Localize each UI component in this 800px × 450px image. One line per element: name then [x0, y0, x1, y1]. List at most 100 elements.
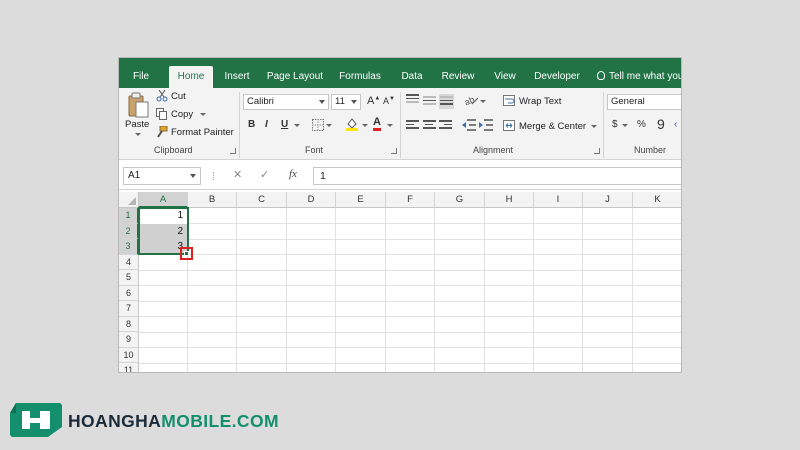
font-name-select[interactable]: Calibri — [243, 94, 329, 110]
format-painter-button[interactable]: Format Painter — [171, 127, 234, 138]
gridline — [632, 208, 633, 372]
gridline — [484, 208, 485, 372]
select-all-button[interactable] — [119, 192, 139, 208]
formula-input[interactable]: 1 — [313, 167, 681, 185]
gridline — [335, 208, 336, 372]
paste-label[interactable]: Paste — [125, 119, 149, 130]
font-color-button[interactable]: A — [373, 117, 381, 131]
merge-center-caret-icon[interactable] — [591, 125, 597, 128]
borders-icon[interactable] — [312, 119, 324, 131]
bottom-align-icon[interactable] — [439, 94, 454, 109]
group-divider — [603, 92, 604, 158]
fill-color-caret-icon[interactable] — [362, 124, 368, 127]
grow-font-button[interactable]: A▲ — [367, 95, 380, 107]
ribbon-tabs: File Home Insert Page Layout Formulas Da… — [119, 58, 681, 88]
row-header[interactable]: 11 — [119, 363, 139, 372]
column-header[interactable]: B — [188, 192, 237, 208]
row-header[interactable]: 1 — [119, 208, 139, 224]
ribbon-home: Paste Cut Copy Format Painter Clipboard … — [119, 88, 681, 160]
merge-center-button[interactable]: Merge & Center — [519, 121, 586, 132]
borders-caret-icon[interactable] — [326, 124, 332, 127]
row-header[interactable]: 9 — [119, 332, 139, 348]
formula-bar: A1 ✕ ✓ fx 1 — [119, 160, 681, 190]
tab-view[interactable]: View — [489, 66, 521, 88]
column-header[interactable]: G — [435, 192, 485, 208]
tab-review[interactable]: Review — [439, 66, 477, 88]
number-format-select[interactable]: General — [607, 94, 681, 110]
row-header[interactable]: 3 — [119, 239, 139, 255]
align-center-icon[interactable] — [423, 120, 436, 131]
align-right-icon[interactable] — [439, 120, 452, 131]
lightbulb-icon — [597, 71, 605, 80]
cut-icon — [156, 90, 168, 102]
hoangha-logo-text: HOANGHAMOBILE.COM — [68, 411, 279, 431]
column-header[interactable]: E — [336, 192, 386, 208]
tell-me-box[interactable]: Tell me what you — [597, 66, 681, 88]
top-align-icon[interactable] — [406, 94, 419, 105]
column-header[interactable]: F — [386, 192, 435, 208]
worksheet-grid[interactable]: A B C D E F G H I J K 1 2 3 4 5 6 7 8 9 … — [119, 192, 681, 372]
currency-caret-icon[interactable] — [622, 124, 628, 127]
italic-button[interactable]: I — [265, 119, 268, 130]
column-header[interactable]: K — [633, 192, 681, 208]
group-divider — [239, 92, 240, 158]
decrease-indent-icon[interactable] — [462, 119, 476, 131]
copy-button[interactable]: Copy — [171, 109, 193, 120]
gridline — [139, 347, 681, 348]
paste-caret-icon[interactable] — [135, 133, 141, 136]
alignment-launcher-icon[interactable] — [594, 148, 600, 154]
gridline — [139, 223, 681, 224]
orientation-caret-icon[interactable] — [480, 100, 486, 103]
name-box[interactable]: A1 — [123, 167, 201, 185]
tab-page-layout[interactable]: Page Layout — [265, 66, 325, 88]
cut-button[interactable]: Cut — [171, 91, 186, 102]
row-header[interactable]: 2 — [119, 223, 139, 239]
row-header[interactable]: 6 — [119, 285, 139, 301]
font-size-select[interactable]: 11 — [331, 94, 361, 110]
gridline — [286, 208, 287, 372]
tab-file[interactable]: File — [125, 66, 157, 88]
currency-button[interactable]: $ — [612, 119, 618, 130]
comma-style-button[interactable]: 9 — [657, 116, 665, 132]
row-header[interactable]: 7 — [119, 301, 139, 317]
underline-button[interactable]: U — [281, 119, 288, 130]
chevron-down-icon — [190, 174, 196, 178]
insert-function-icon[interactable]: fx — [289, 168, 297, 180]
orientation-icon[interactable]: ab — [464, 95, 478, 105]
underline-caret-icon[interactable] — [294, 124, 300, 127]
tab-formulas[interactable]: Formulas — [337, 66, 383, 88]
middle-align-icon[interactable] — [423, 96, 436, 107]
column-header[interactable]: A — [139, 192, 188, 208]
increase-decimal-button[interactable]: ‹ — [674, 119, 677, 130]
clipboard-launcher-icon[interactable] — [230, 148, 236, 154]
font-color-caret-icon[interactable] — [387, 124, 393, 127]
gridline — [139, 316, 681, 317]
row-header[interactable]: 10 — [119, 347, 139, 363]
column-header[interactable]: J — [583, 192, 633, 208]
enter-icon[interactable]: ✓ — [260, 168, 269, 181]
fill-color-icon[interactable] — [345, 117, 359, 131]
bold-button[interactable]: B — [248, 119, 255, 130]
column-header[interactable]: H — [485, 192, 534, 208]
tab-home[interactable]: Home — [169, 66, 213, 88]
column-header[interactable]: I — [534, 192, 583, 208]
align-left-icon[interactable] — [406, 120, 419, 131]
copy-caret-icon[interactable] — [200, 113, 206, 116]
row-header[interactable]: 4 — [119, 254, 139, 270]
tab-developer[interactable]: Developer — [531, 66, 583, 88]
shrink-font-button[interactable]: A▼ — [383, 96, 395, 106]
row-header[interactable]: 8 — [119, 316, 139, 332]
tab-data[interactable]: Data — [395, 66, 429, 88]
column-header[interactable]: D — [287, 192, 336, 208]
excel-window: File Home Insert Page Layout Formulas Da… — [118, 57, 682, 373]
merge-center-icon — [503, 120, 515, 131]
increase-indent-icon[interactable] — [479, 119, 493, 131]
tab-insert[interactable]: Insert — [219, 66, 255, 88]
paste-icon[interactable] — [127, 92, 149, 118]
percent-button[interactable]: % — [637, 119, 646, 130]
column-header[interactable]: C — [237, 192, 287, 208]
row-header[interactable]: 5 — [119, 270, 139, 286]
cancel-icon[interactable]: ✕ — [233, 168, 242, 181]
font-launcher-icon[interactable] — [391, 148, 397, 154]
wrap-text-button[interactable]: Wrap Text — [519, 96, 561, 107]
